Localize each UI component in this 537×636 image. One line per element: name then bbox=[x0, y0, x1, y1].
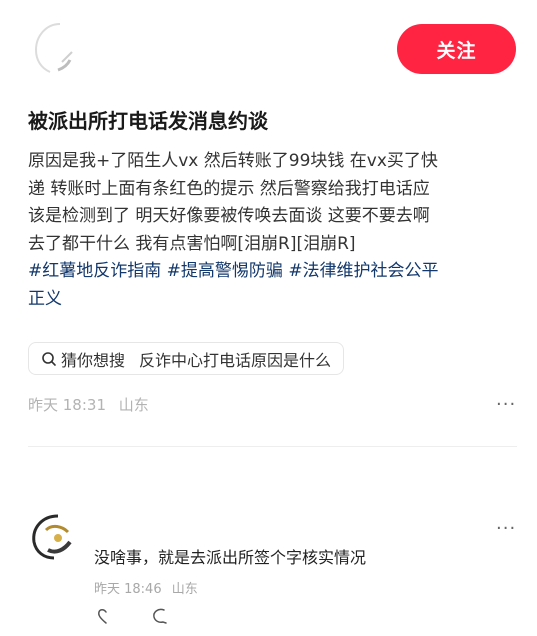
related-search-chip[interactable]: 猜你想搜 反诈中心打电话原因是什么 bbox=[28, 342, 345, 375]
post-body: 原因是我+了陌生人vx 然后转账了99块钱 在vx买了快 递 转账时上面有条红色… bbox=[28, 148, 512, 313]
hashtag-link[interactable]: #提高警惕防骗 bbox=[167, 261, 283, 281]
comment-meta: 昨天 18:46 山东 bbox=[94, 578, 198, 597]
search-chip-label: 猜你想搜 bbox=[61, 350, 126, 370]
hashtag-link[interactable]: 正义 bbox=[28, 289, 62, 309]
comment-time: 昨天 18:46 bbox=[94, 582, 162, 597]
post-body-line: 递 转账时上面有条红色的提示 然后警察给我打电话应 bbox=[28, 178, 430, 199]
post-time: 昨天 18:31 bbox=[28, 396, 106, 414]
post-body-line: 去了都干什么 我有点害怕啊[泪崩R][泪崩R] bbox=[28, 233, 356, 254]
comment-more-dots-icon[interactable]: ··· bbox=[496, 520, 516, 538]
reply-icon[interactable] bbox=[150, 606, 170, 626]
more-dots-icon[interactable]: ··· bbox=[496, 396, 516, 414]
search-icon bbox=[42, 351, 56, 366]
search-chip-query: 反诈中心打电话原因是什么 bbox=[139, 350, 332, 370]
follow-button[interactable]: 关注 bbox=[397, 24, 516, 74]
heart-icon[interactable] bbox=[96, 606, 116, 626]
commenter-avatar[interactable] bbox=[28, 512, 78, 562]
author-avatar[interactable] bbox=[30, 22, 78, 76]
comment-text: 没啥事，就是去派出所签个字核实情况 bbox=[94, 548, 367, 567]
post-location: 山东 bbox=[118, 396, 149, 414]
hashtag-link[interactable]: #法律维护社会公平 bbox=[288, 261, 438, 281]
divider bbox=[28, 446, 517, 447]
comment-location: 山东 bbox=[171, 582, 198, 597]
post-body-line: 原因是我+了陌生人vx 然后转账了99块钱 在vx买了快 bbox=[28, 151, 438, 171]
post-meta: 昨天 18:31 山东 bbox=[28, 394, 149, 415]
post-title: 被派出所打电话发消息约谈 bbox=[28, 109, 268, 133]
post-tags-line: #红薯地反诈指南 #提高警惕防骗 #法律维护社会公平 bbox=[28, 258, 512, 286]
post-tags-line: 正义 bbox=[28, 286, 512, 314]
hashtag-link[interactable]: #红薯地反诈指南 bbox=[28, 261, 161, 281]
post-body-line: 该是检测到了 明天好像要被传唤去面谈 这要不要去啊 bbox=[28, 206, 430, 226]
